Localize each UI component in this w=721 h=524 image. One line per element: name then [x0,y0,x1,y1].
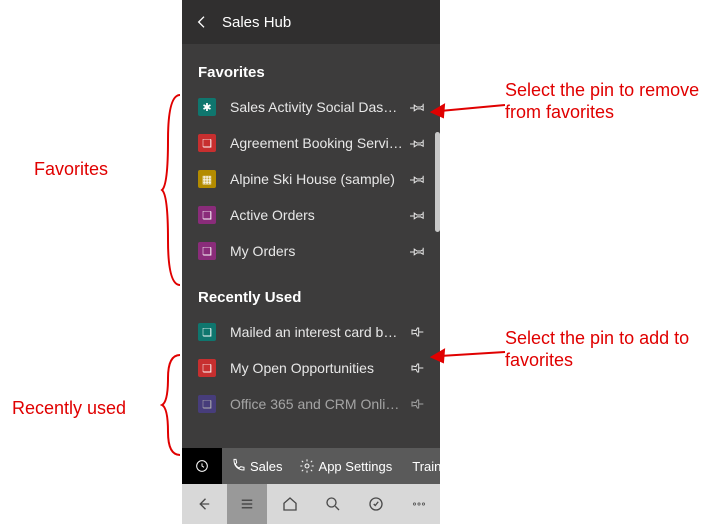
brace-icon [160,350,186,460]
history-icon [194,458,210,474]
area-label: Sales [250,459,283,474]
area-switcher-bar: Sales App Settings Trainin [182,448,440,484]
area-label: App Settings [319,459,393,474]
item-label: Alpine Ski House (sample) [230,171,404,187]
dashboard-icon: ✱ [198,98,216,116]
recent-item[interactable]: ❏ Mailed an interest card back... [182,314,440,350]
item-label: My Orders [230,243,404,259]
pin-button[interactable] [404,324,432,340]
nav-task[interactable] [356,484,396,524]
orders-icon: ❏ [198,206,216,224]
favorites-header: Favorites [182,44,440,89]
content-area: Favorites ✱ Sales Activity Social Dashbo… [182,44,440,448]
nav-search[interactable] [313,484,353,524]
arrow-icon [430,95,510,125]
phone-icon [230,458,246,474]
nav-more[interactable] [399,484,439,524]
phone-panel: Sales Hub Favorites ✱ Sales Activity Soc… [182,0,440,524]
annotation-favorites: Favorites [34,159,108,181]
unpin-button[interactable] [404,207,432,223]
task-icon [367,495,385,513]
recent-item[interactable]: ❏ My Open Opportunities [182,350,440,386]
app-settings-button[interactable]: App Settings [291,458,401,474]
unpin-button[interactable] [404,99,432,115]
scrollbar[interactable] [435,132,440,232]
item-label: Mailed an interest card back... [230,324,404,340]
home-icon [281,495,299,513]
recent-area-button[interactable] [182,448,222,484]
opportunity-icon: ❏ [198,359,216,377]
item-label: Agreement Booking Service ... [230,135,404,151]
brace-icon [160,90,186,290]
card-icon: ❏ [198,323,216,341]
annotation-pin-add: Select the pin to add to favorites [505,328,705,371]
header-bar: Sales Hub [182,0,440,44]
pin-outline-icon [410,360,426,376]
pin-outline-icon [410,324,426,340]
area-label: Trainin [412,459,440,474]
favorite-item[interactable]: ❏ Active Orders [182,197,440,233]
pin-filled-icon [410,243,426,259]
arrow-left-icon [195,495,213,513]
favorite-item[interactable]: ✱ Sales Activity Social Dashbo... [182,89,440,125]
favorite-item[interactable]: ▦ Alpine Ski House (sample) [182,161,440,197]
item-label: Sales Activity Social Dashbo... [230,99,404,115]
page-title: Sales Hub [222,14,291,31]
arrow-icon [430,340,510,370]
search-icon [324,495,342,513]
training-button[interactable]: Trainin [400,458,440,474]
unpin-button[interactable] [404,243,432,259]
pin-outline-icon [410,396,426,412]
annotation-recent: Recently used [12,398,126,420]
sales-area-button[interactable]: Sales [222,458,291,474]
chevron-left-icon [194,14,210,30]
service-icon: ❏ [198,134,216,152]
unpin-button[interactable] [404,135,432,151]
back-button[interactable] [182,14,222,30]
item-label: Office 365 and CRM Online... [230,396,404,412]
more-icon [410,495,428,513]
pin-filled-icon [410,171,426,187]
unpin-button[interactable] [404,171,432,187]
orders-icon: ❏ [198,242,216,260]
pin-filled-icon [410,135,426,151]
nav-home[interactable] [270,484,310,524]
favorite-item[interactable]: ❏ Agreement Booking Service ... [182,125,440,161]
record-icon: ❏ [198,395,216,413]
item-label: Active Orders [230,207,404,223]
nav-back[interactable] [184,484,224,524]
pin-filled-icon [410,207,426,223]
browser-bar [182,484,440,524]
recent-header: Recently Used [182,269,440,314]
item-label: My Open Opportunities [230,360,404,376]
pin-button[interactable] [404,396,432,412]
pin-button[interactable] [404,360,432,376]
pin-filled-icon [410,99,426,115]
recent-item[interactable]: ❏ Office 365 and CRM Online... [182,386,440,422]
account-icon: ▦ [198,170,216,188]
favorite-item[interactable]: ❏ My Orders [182,233,440,269]
gear-icon [299,458,315,474]
menu-icon [238,495,256,513]
nav-menu[interactable] [227,484,267,524]
annotation-pin-remove: Select the pin to remove from favorites [505,80,715,123]
